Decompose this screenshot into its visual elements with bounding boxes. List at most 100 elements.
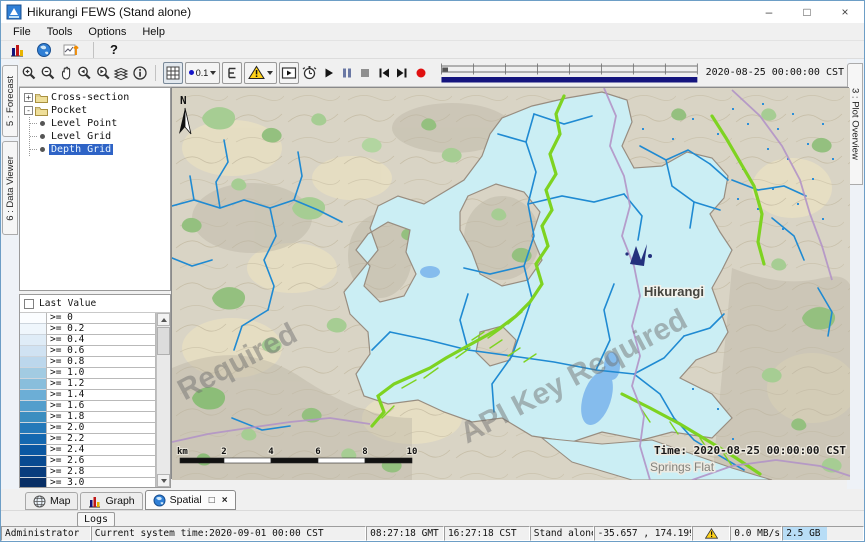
zoom-out-icon[interactable] <box>39 63 55 83</box>
movie-export-button[interactable] <box>279 62 299 84</box>
pan-hand-icon[interactable] <box>58 63 74 83</box>
tree-item-pocket[interactable]: - Pocket <box>24 104 170 117</box>
legend-header: Last Value <box>20 295 170 312</box>
time-slider-track[interactable] <box>439 61 700 85</box>
legend-swatch <box>20 467 46 478</box>
tree-children: Level Point Level Grid Depth Grid <box>29 117 170 156</box>
sidebar-tab-forecast[interactable]: 5 : Forecast <box>2 65 18 137</box>
sidebar-tab-data-viewer[interactable]: 6 : Data Viewer <box>2 141 18 235</box>
legend-row[interactable]: >= 2.2 <box>20 434 156 445</box>
status-bar: Administrator Current system time:2020-0… <box>1 526 864 541</box>
chevron-down-icon <box>210 71 216 75</box>
maximize-button[interactable]: □ <box>788 1 826 23</box>
tree-item-depth-grid[interactable]: Depth Grid <box>30 143 170 156</box>
legend-edit-button[interactable] <box>222 62 242 84</box>
contour-interval-dropdown[interactable]: 0.1 <box>185 62 221 84</box>
collapse-icon[interactable]: - <box>24 106 33 115</box>
map-canvas: API Key Required API Key Required Hikura… <box>172 88 850 480</box>
legend-label: >= 3.0 <box>46 478 156 487</box>
zoom-in-icon[interactable] <box>21 63 37 83</box>
animation-timer-icon[interactable] <box>301 63 318 83</box>
tab-spatial[interactable]: Spatial □ × <box>145 490 236 510</box>
legend-row[interactable]: >= 0.4 <box>20 335 156 346</box>
legend-swatch <box>20 390 46 401</box>
legend-row[interactable]: >= 0.8 <box>20 357 156 368</box>
time-slider-thumb[interactable] <box>442 67 448 71</box>
titlebar: Hikurangi FEWS (Stand alone) – □ × <box>1 1 864 23</box>
statistics-icon[interactable] <box>7 40 27 60</box>
tree-item-cross-section[interactable]: + Cross-section <box>24 91 170 104</box>
zoom-next-icon[interactable] <box>95 63 111 83</box>
tab-close-button[interactable]: × <box>222 495 228 506</box>
legend-row[interactable]: >= 0.2 <box>20 324 156 335</box>
legend-row[interactable]: >= 1.2 <box>20 379 156 390</box>
expand-icon[interactable]: + <box>24 93 33 102</box>
time-slider[interactable] <box>439 61 700 85</box>
place-label-hikurangi: Hikurangi <box>644 284 704 299</box>
status-user: Administrator <box>1 526 91 541</box>
record-button[interactable] <box>412 63 428 83</box>
window-title: Hikurangi FEWS (Stand alone) <box>27 5 191 19</box>
menu-item[interactable]: Tools <box>39 25 81 39</box>
last-value-checkbox[interactable] <box>24 299 34 309</box>
help-button[interactable]: ? <box>106 42 122 57</box>
legend-row[interactable]: >= 2.4 <box>20 445 156 456</box>
tab-graph[interactable]: Graph <box>80 492 142 510</box>
legend-row[interactable]: >= 3.0 <box>20 478 156 487</box>
info-icon[interactable] <box>131 63 147 83</box>
skip-to-end-button[interactable] <box>394 63 410 83</box>
tree-item-label: Cross-section <box>51 92 129 103</box>
close-button[interactable]: × <box>826 1 864 23</box>
legend-row[interactable]: >= 2.6 <box>20 456 156 467</box>
legend-row[interactable]: >= 2.0 <box>20 423 156 434</box>
legend-row[interactable]: >= 1.6 <box>20 401 156 412</box>
warnings-dropdown[interactable] <box>244 62 277 84</box>
legend-row[interactable]: >= 0 <box>20 313 156 324</box>
play-button[interactable] <box>320 63 336 83</box>
menu-item[interactable]: Help <box>134 25 173 39</box>
skip-to-start-button[interactable] <box>376 63 392 83</box>
legend-swatch <box>20 324 46 335</box>
legend-swatch <box>20 478 46 487</box>
pause-button[interactable] <box>339 63 355 83</box>
tab-restore-button[interactable]: □ <box>209 495 215 506</box>
left-panel: + Cross-section - Pocket Level Point Le <box>19 87 171 488</box>
minimize-button[interactable]: – <box>750 1 788 23</box>
legend-row[interactable]: >= 1.4 <box>20 390 156 401</box>
scroll-up-button[interactable] <box>157 313 170 326</box>
map-toolbar: 0.1 <box>1 59 864 87</box>
logs-button[interactable]: Logs <box>77 512 115 527</box>
legend-row[interactable]: >= 1.8 <box>20 412 156 423</box>
legend-swatch <box>20 313 46 324</box>
bullet-icon <box>40 121 45 126</box>
status-warning-cell[interactable] <box>692 526 730 541</box>
app-window: Hikurangi FEWS (Stand alone) – □ × FileT… <box>0 0 865 542</box>
legend-swatch <box>20 445 46 456</box>
grid-display-button[interactable] <box>163 62 183 84</box>
globe-icon[interactable] <box>34 40 54 60</box>
layers-tree: + Cross-section - Pocket Level Point Le <box>19 87 171 291</box>
tree-item-level-grid[interactable]: Level Grid <box>30 130 170 143</box>
scroll-down-button[interactable] <box>157 474 170 487</box>
legend-row[interactable]: >= 0.6 <box>20 346 156 357</box>
legend-swatch <box>20 401 46 412</box>
main-toolbar: ? <box>1 41 864 59</box>
legend-panel: Last Value >= 0 >= 0.2 >= 0.4 >= 0.6 <box>19 294 171 488</box>
legend-row[interactable]: >= 2.8 <box>20 467 156 478</box>
spatial-display-icon[interactable] <box>61 40 81 60</box>
legend-row[interactable]: >= 1.0 <box>20 368 156 379</box>
window-controls: – □ × <box>750 1 864 23</box>
zoom-previous-icon[interactable] <box>76 63 92 83</box>
stop-button[interactable] <box>357 63 373 83</box>
tab-map[interactable]: Map <box>25 492 78 510</box>
scroll-thumb[interactable] <box>157 327 170 355</box>
layers-icon[interactable] <box>113 63 129 83</box>
legend-swatch <box>20 357 46 368</box>
map-viewport[interactable]: API Key Required API Key Required Hikura… <box>171 87 849 479</box>
tree-item-level-point[interactable]: Level Point <box>30 117 170 130</box>
menu-item[interactable]: Options <box>80 25 134 39</box>
legend-swatch <box>20 346 46 357</box>
legend-scrollbar[interactable] <box>156 313 170 487</box>
menu-item[interactable]: File <box>5 25 39 39</box>
current-datetime-label: 2020-08-25 00:00:00 CST <box>706 67 844 78</box>
